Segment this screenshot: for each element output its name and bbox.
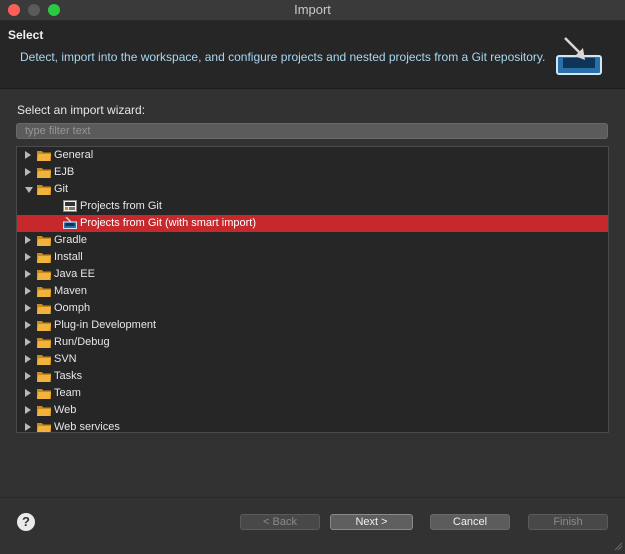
import-wizard-label: Select an import wizard:	[17, 103, 146, 117]
tree-wizard-item[interactable]: Projects from Git	[17, 198, 608, 215]
expanded-arrow-icon[interactable]	[25, 187, 33, 193]
folder-icon	[37, 253, 51, 263]
folder-icon	[37, 321, 51, 331]
collapsed-arrow-icon[interactable]	[25, 253, 31, 261]
folder-icon	[37, 423, 51, 432]
tree-category[interactable]: Team	[17, 385, 608, 402]
collapsed-arrow-icon[interactable]	[25, 321, 31, 329]
tree-category[interactable]: Git	[17, 181, 608, 198]
wizard-header: Select Detect, import into the workspace…	[0, 21, 625, 89]
git-icon	[63, 200, 77, 212]
tree-item-label: Web	[54, 404, 77, 416]
smart-import-icon	[63, 217, 77, 229]
collapsed-arrow-icon[interactable]	[25, 355, 31, 363]
collapsed-arrow-icon[interactable]	[25, 389, 31, 397]
collapsed-arrow-icon[interactable]	[25, 270, 31, 278]
tree-category[interactable]: SVN	[17, 351, 608, 368]
window-title: Import	[294, 2, 331, 17]
filter-input[interactable]	[16, 123, 608, 139]
tree-item-label: Plug-in Development	[54, 319, 157, 331]
tree-item-label: Install	[54, 251, 83, 263]
collapsed-arrow-icon[interactable]	[25, 406, 31, 414]
resize-grip-icon[interactable]	[613, 541, 623, 551]
tree-item-label: SVN	[54, 353, 77, 365]
folder-icon	[37, 185, 51, 195]
tree-category[interactable]: Web services	[17, 419, 608, 433]
tree-item-label: Team	[54, 387, 81, 399]
collapsed-arrow-icon[interactable]	[25, 168, 31, 176]
cancel-button[interactable]: Cancel	[430, 514, 510, 530]
tree-item-label: Run/Debug	[54, 336, 110, 348]
tree-category[interactable]: Oomph	[17, 300, 608, 317]
tree-item-label: Web services	[54, 421, 120, 433]
tree-item-label: General	[54, 149, 94, 161]
tree-item-label: Git	[54, 183, 69, 195]
help-button[interactable]: ?	[17, 513, 35, 531]
tree-item-label: Maven	[54, 285, 88, 297]
tree-category[interactable]: Gradle	[17, 232, 608, 249]
import-banner-icon	[556, 37, 602, 75]
folder-icon	[37, 287, 51, 297]
tree-item-label: Gradle	[54, 234, 88, 246]
tree-category[interactable]: Java EE	[17, 266, 608, 283]
collapsed-arrow-icon[interactable]	[25, 338, 31, 346]
collapsed-arrow-icon[interactable]	[25, 423, 31, 431]
finish-button[interactable]: Finish	[528, 514, 608, 530]
tree-item-label: Tasks	[54, 370, 83, 382]
folder-icon	[37, 389, 51, 399]
page-title: Select	[8, 28, 44, 42]
tree-category[interactable]: Install	[17, 249, 608, 266]
folder-icon	[37, 372, 51, 382]
folder-icon	[37, 304, 51, 314]
folder-icon	[37, 338, 51, 348]
tree-item-label: Oomph	[54, 302, 91, 314]
tree-category[interactable]: Run/Debug	[17, 334, 608, 351]
tree-item-label: Projects from Git	[80, 200, 162, 212]
back-button[interactable]: < Back	[240, 514, 320, 530]
tree-item-label: Projects from Git (with smart import)	[80, 217, 257, 229]
folder-icon	[37, 270, 51, 280]
tree-category[interactable]: Tasks	[17, 368, 608, 385]
page-description: Detect, import into the workspace, and c…	[20, 50, 546, 64]
collapsed-arrow-icon[interactable]	[25, 151, 31, 159]
tree-category[interactable]: Plug-in Development	[17, 317, 608, 334]
folder-icon	[37, 355, 51, 365]
tree-category[interactable]: EJB	[17, 164, 608, 181]
tree-item-label: Java EE	[54, 268, 95, 280]
folder-icon	[37, 236, 51, 246]
title-bar: Import	[0, 0, 625, 21]
tree-wizard-item[interactable]: Projects from Git (with smart import)	[17, 215, 608, 232]
tree-category[interactable]: Web	[17, 402, 608, 419]
tree-category[interactable]: Maven	[17, 283, 608, 300]
wizard-tree[interactable]: General EJB Git Projects from Git Projects f…	[16, 146, 609, 433]
tree-item-label: EJB	[54, 166, 75, 178]
collapsed-arrow-icon[interactable]	[25, 304, 31, 312]
next-button[interactable]: Next >	[330, 514, 413, 530]
collapsed-arrow-icon[interactable]	[25, 236, 31, 244]
collapsed-arrow-icon[interactable]	[25, 372, 31, 380]
folder-icon	[37, 406, 51, 416]
tree-category[interactable]: General	[17, 147, 608, 164]
folder-icon	[37, 151, 51, 161]
collapsed-arrow-icon[interactable]	[25, 287, 31, 295]
folder-icon	[37, 168, 51, 178]
